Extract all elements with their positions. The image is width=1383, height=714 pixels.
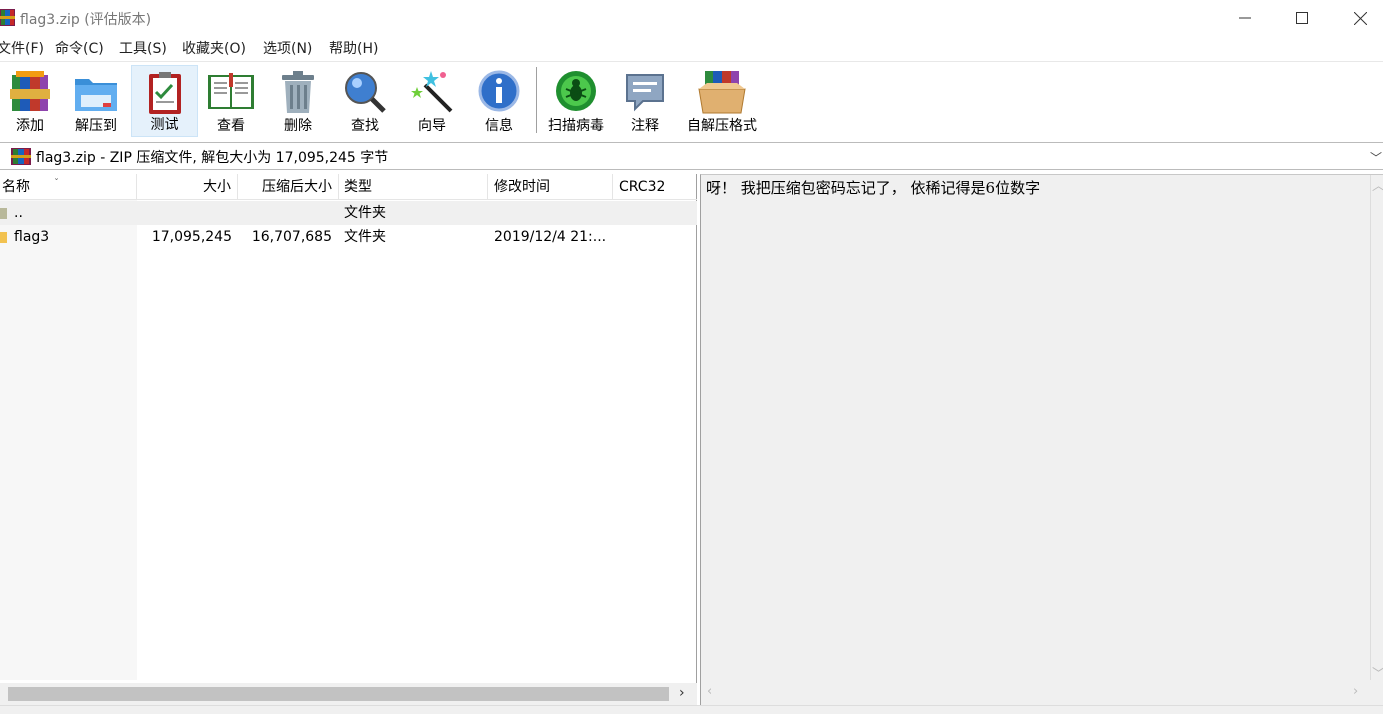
- sort-caret-icon: ˇ: [54, 178, 59, 189]
- file-list: ˇ 名称 大小 压缩后大小 类型 修改时间 CRC32 .. 文件夹 flag3…: [0, 174, 697, 705]
- file-name: ..: [14, 205, 23, 221]
- view-label: 查看: [217, 118, 245, 134]
- test-label: 测试: [150, 117, 179, 133]
- scroll-up-icon[interactable]: ︿: [1372, 175, 1383, 194]
- file-type: 文件夹: [344, 205, 386, 221]
- comment-button[interactable]: 注释: [615, 65, 675, 137]
- column-size-label: 大小: [203, 179, 231, 195]
- comment-vertical-scrollbar[interactable]: ︿ ﹀: [1370, 175, 1383, 682]
- wizard-button[interactable]: 向导: [402, 65, 462, 137]
- folder-icon: [0, 232, 7, 243]
- info-icon: [478, 70, 520, 112]
- file-size: 17,095,245: [151, 229, 232, 245]
- trash-icon: [282, 71, 314, 113]
- file-name: flag3: [14, 229, 50, 245]
- add-label: 添加: [16, 118, 44, 134]
- column-modified-label: 修改时间: [494, 179, 550, 195]
- virus-scan-icon: [556, 71, 596, 111]
- file-packed-size: 16,707,685: [251, 229, 332, 245]
- extract-to-label: 解压到: [75, 118, 117, 134]
- list-item-flag3[interactable]: flag3 17,095,245 16,707,685 文件夹 2019/12/…: [0, 225, 697, 249]
- menu-tools[interactable]: 工具(S): [119, 38, 167, 60]
- column-packed-size[interactable]: 压缩后大小: [238, 174, 339, 200]
- menu-file[interactable]: 文件(F): [0, 38, 44, 60]
- menu-favorites[interactable]: 收藏夹(O): [182, 38, 246, 60]
- archive-comment: 呀！ 我把压缩包密码忘记了， 依稀记得是6位数字: [706, 179, 1041, 197]
- view-book-icon: [208, 73, 254, 109]
- minimize-button[interactable]: [1215, 0, 1275, 36]
- info-label: 信息: [485, 118, 513, 134]
- find-label: 查找: [351, 118, 379, 134]
- horizontal-scrollbar[interactable]: ›: [0, 683, 697, 705]
- add-archive-icon: [10, 71, 50, 111]
- sfx-button[interactable]: 自解压格式: [682, 65, 762, 137]
- test-clipboard-icon: [148, 72, 181, 114]
- wizard-label: 向导: [418, 118, 446, 134]
- column-packed-label: 压缩后大小: [262, 179, 332, 195]
- list-item-parent[interactable]: .. 文件夹: [0, 201, 697, 225]
- sfx-label: 自解压格式: [687, 118, 757, 134]
- column-type-label: 类型: [344, 179, 372, 195]
- delete-button[interactable]: 删除: [268, 65, 328, 137]
- sfx-box-icon: [698, 71, 746, 114]
- magnifier-icon: [345, 72, 386, 113]
- menu-bar: 文件(F) 命令(C) 工具(S) 收藏夹(O) 选项(N) 帮助(H): [0, 38, 1383, 60]
- scroll-right-icon[interactable]: ›: [679, 685, 685, 701]
- column-crc-label: CRC32: [619, 179, 666, 195]
- sorted-column-background: [0, 200, 137, 680]
- zip-archive-icon: [11, 148, 31, 165]
- toolbar-separator: [536, 67, 537, 133]
- delete-label: 删除: [284, 118, 312, 134]
- scroll-down-icon[interactable]: ﹀: [1372, 663, 1383, 682]
- close-button[interactable]: [1330, 0, 1383, 36]
- column-type[interactable]: 类型: [338, 174, 488, 200]
- column-name-label: 名称: [2, 179, 30, 195]
- scroll-left-icon[interactable]: ‹: [707, 684, 712, 699]
- scrollbar-thumb[interactable]: [8, 687, 669, 701]
- address-bar[interactable]: flag3.zip - ZIP 压缩文件, 解包大小为 17,095,245 字…: [0, 142, 1383, 170]
- view-button[interactable]: 查看: [201, 65, 261, 137]
- info-button[interactable]: 信息: [469, 65, 529, 137]
- file-modified: 2019/12/4 21:...: [494, 229, 607, 245]
- test-button[interactable]: 测试: [131, 65, 198, 137]
- folder-extract-icon: [75, 79, 117, 111]
- title-bar: flag3.zip (评估版本): [0, 0, 1383, 36]
- scroll-right-icon[interactable]: ›: [1353, 684, 1358, 699]
- file-type: 文件夹: [344, 229, 386, 245]
- comment-pane[interactable]: 呀！ 我把压缩包密码忘记了， 依稀记得是6位数字 ︿ ﹀ ‹ ›: [700, 174, 1383, 705]
- maximize-button[interactable]: [1272, 0, 1332, 36]
- column-name[interactable]: ˇ 名称: [0, 174, 137, 200]
- address-path: flag3.zip - ZIP 压缩文件, 解包大小为 17,095,245 字…: [36, 150, 389, 166]
- comment-horizontal-scrollbar[interactable]: ‹ ›: [701, 682, 1383, 704]
- chevron-down-icon[interactable]: ﹀: [1370, 149, 1382, 166]
- menu-command[interactable]: 命令(C): [55, 38, 104, 60]
- column-crc32[interactable]: CRC32: [613, 174, 697, 200]
- minimize-icon: [1239, 17, 1251, 19]
- add-button[interactable]: 添加: [0, 65, 60, 137]
- status-bar: [0, 705, 1383, 714]
- toolbar: 添加 解压到 测试 查看 删除 查找 向导 信息 扫描病毒 注释 自解压格式: [0, 61, 1383, 141]
- find-button[interactable]: 查找: [335, 65, 395, 137]
- maximize-icon: [1296, 12, 1308, 24]
- menu-options[interactable]: 选项(N): [263, 38, 312, 60]
- comment-label: 注释: [631, 118, 659, 134]
- extract-to-button[interactable]: 解压到: [66, 65, 126, 137]
- column-modified[interactable]: 修改时间: [488, 174, 613, 200]
- comment-icon: [626, 74, 664, 112]
- virus-scan-label: 扫描病毒: [548, 118, 604, 134]
- magic-wand-icon: [411, 71, 453, 113]
- winrar-app-icon[interactable]: [0, 9, 15, 26]
- menu-help[interactable]: 帮助(H): [329, 38, 378, 60]
- window-title: flag3.zip (评估版本): [20, 12, 152, 28]
- virus-scan-button[interactable]: 扫描病毒: [543, 65, 609, 137]
- parent-folder-icon: [0, 208, 7, 219]
- close-icon: [1353, 11, 1367, 25]
- column-size[interactable]: 大小: [137, 174, 238, 200]
- column-header: ˇ 名称 大小 压缩后大小 类型 修改时间 CRC32: [0, 174, 697, 200]
